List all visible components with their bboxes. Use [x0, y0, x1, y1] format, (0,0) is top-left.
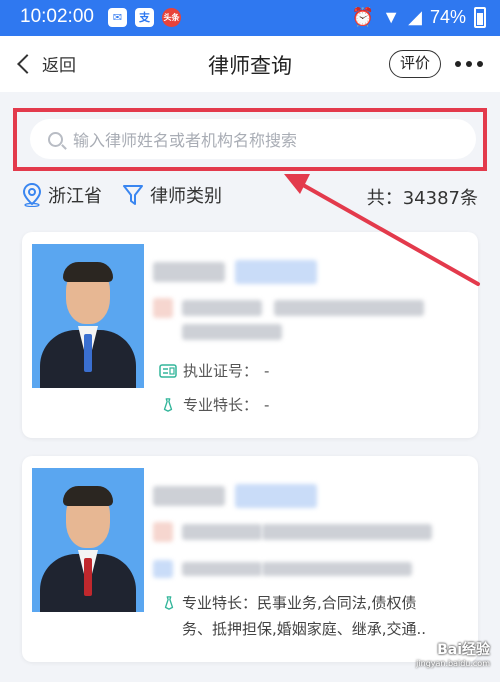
tie: [84, 334, 92, 372]
lawyer-photo: [32, 468, 144, 612]
toutiao-icon: 头条: [162, 8, 181, 27]
wifi-icon: ▼: [382, 7, 401, 27]
license-redacted: [262, 562, 412, 576]
lawyer-name-redacted: [153, 262, 225, 282]
region-label: 浙江省: [48, 186, 102, 207]
specialty-text: 专业特长：民事业务,合同法,债权债 务、抵押担保,婚姻家庭、继承,交通..: [182, 590, 426, 642]
specialty-line: 专业特长：民事业务,合同法,债权债: [182, 594, 417, 612]
signal-icon: ◢: [408, 7, 422, 27]
search-icon: [48, 131, 63, 147]
search-placeholder: 输入律师姓名或者机构名称搜索: [73, 131, 298, 150]
dot-icon: [466, 61, 472, 67]
back-label: 返回: [42, 56, 76, 76]
org-name-redacted: [182, 324, 282, 340]
rate-button[interactable]: 评价: [389, 50, 441, 78]
battery-icon: [474, 7, 486, 28]
license-icon-redacted: [153, 560, 173, 578]
lawyer-tag-redacted: [235, 260, 317, 284]
category-filter[interactable]: 律师类别: [122, 182, 222, 208]
more-options-button[interactable]: [455, 61, 483, 67]
alarm-icon: ⏰: [351, 7, 375, 27]
org-icon-redacted: [153, 522, 173, 542]
org-name-redacted: [262, 524, 432, 540]
region-filter[interactable]: 浙江省: [22, 182, 102, 208]
chevron-left-icon: [17, 53, 37, 74]
battery-percent: 74%: [429, 7, 466, 27]
dot-icon: [455, 61, 461, 67]
lawyer-card[interactable]: 执业证号： - 专业特长： -: [22, 232, 478, 438]
license-label: 执业证号：: [183, 362, 259, 380]
alipay-icon: 支: [135, 8, 154, 27]
license-row: 执业证号： -: [159, 360, 269, 381]
status-bar: 10:02:00 ✉ 支 头条 ⏰ ▼ ◢ 74%: [0, 0, 500, 36]
tie-icon: [164, 596, 174, 610]
specialty-label: 专业特长：: [183, 396, 259, 414]
lawyer-tag-redacted: [235, 484, 317, 508]
filter-bar: 浙江省 律师类别 共：34387条: [0, 180, 500, 212]
lawyer-photo: [32, 244, 144, 388]
specialty-line: 务、抵押担保,婚姻家庭、继承,交通..: [182, 620, 427, 638]
specialty-row: 专业特长： -: [159, 394, 269, 415]
org-name-redacted: [182, 300, 262, 316]
license-redacted: [182, 562, 262, 576]
org-icon-redacted: [153, 298, 173, 318]
specialty-value: -: [264, 395, 270, 414]
category-label: 律师类别: [150, 186, 222, 207]
funnel-icon: [123, 185, 143, 205]
result-count: 共：34387条: [366, 188, 478, 209]
license-value: -: [264, 361, 270, 380]
nav-bar: 返回 律师查询 评价: [0, 36, 500, 92]
lawyer-name-redacted: [153, 486, 225, 506]
status-time: 10:02:00: [20, 6, 94, 27]
back-button[interactable]: 返回: [14, 51, 76, 76]
tie: [84, 558, 92, 596]
mail-icon: ✉: [108, 8, 127, 27]
id-card-icon: [159, 363, 177, 378]
search-input[interactable]: 输入律师姓名或者机构名称搜索: [30, 119, 476, 159]
dot-icon: [477, 61, 483, 67]
lawyer-card[interactable]: 专业特长：民事业务,合同法,债权债 务、抵押担保,婚姻家庭、继承,交通..: [22, 456, 478, 662]
location-pin-icon: [22, 183, 42, 207]
tie-icon: [163, 397, 173, 412]
org-name-redacted: [274, 300, 424, 316]
org-name-redacted: [182, 524, 262, 540]
